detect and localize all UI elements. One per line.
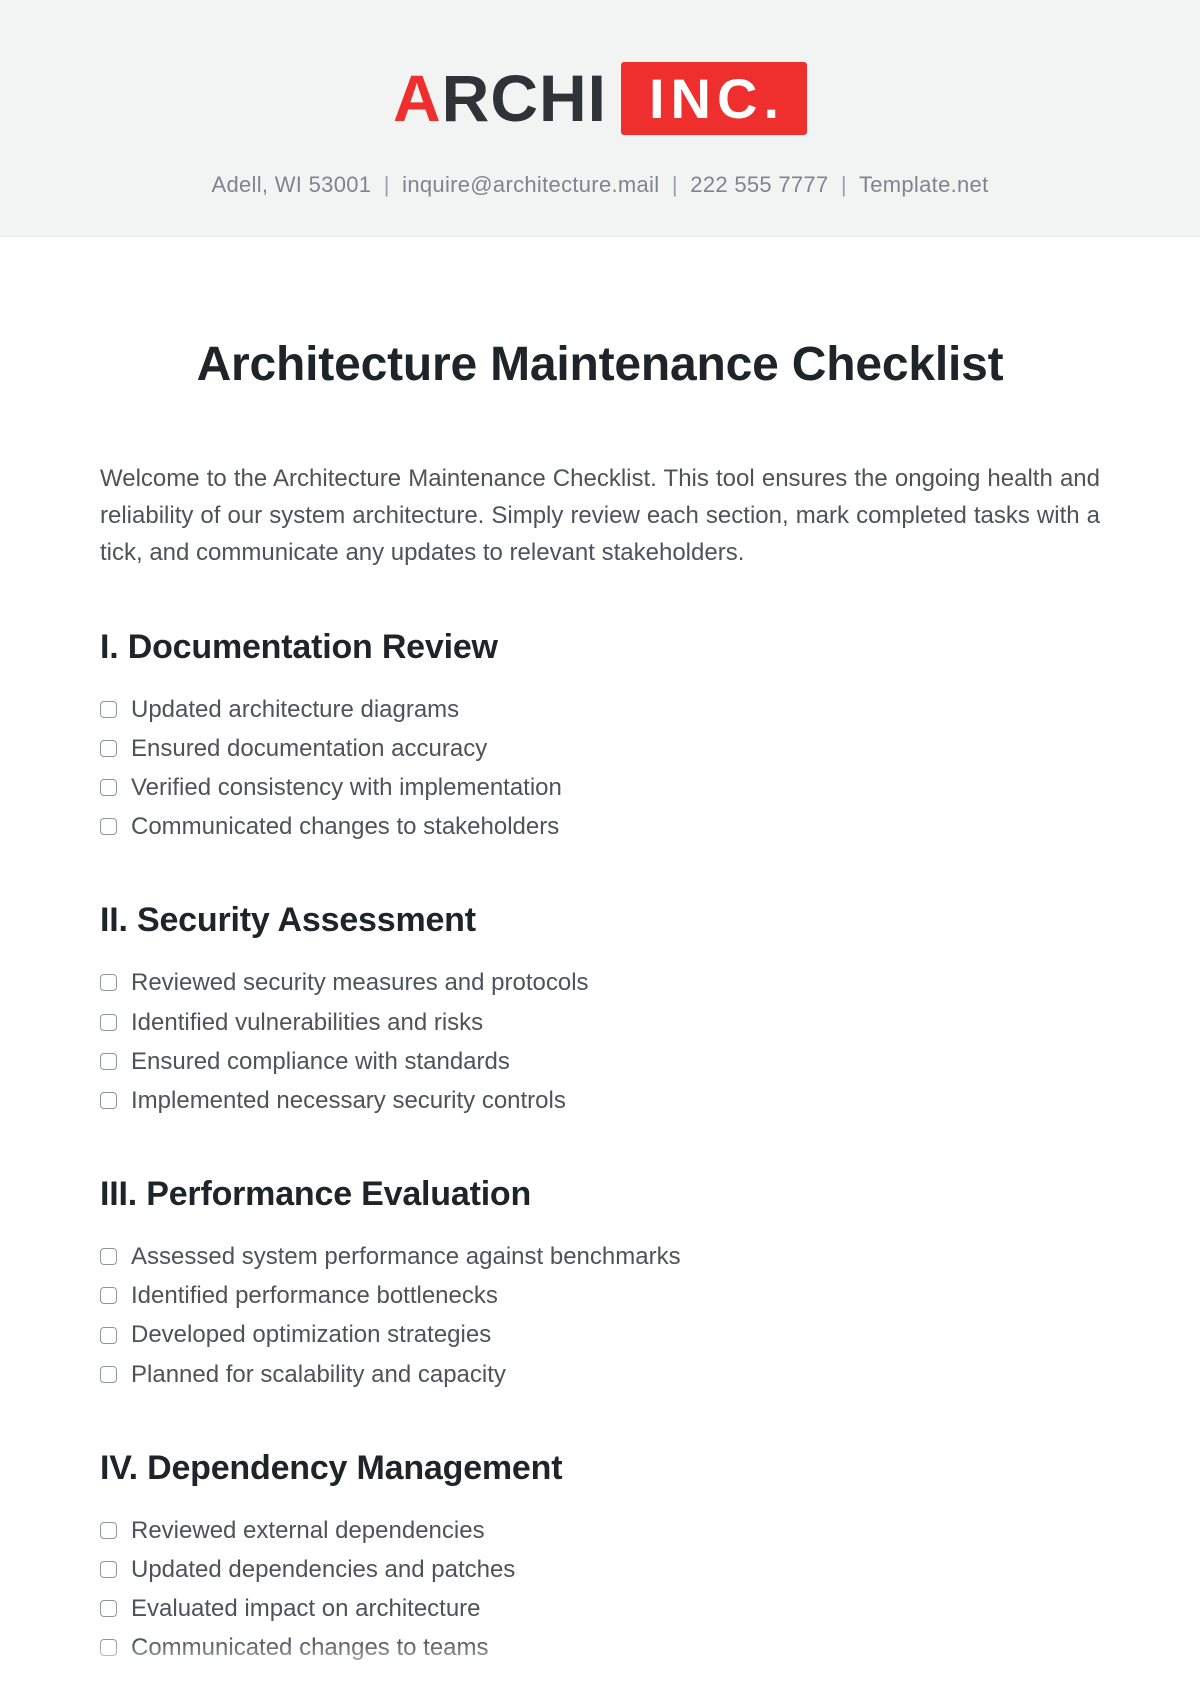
checklist-item: Reviewed external dependencies xyxy=(100,1512,1100,1549)
section-heading: IV. Dependency Management xyxy=(100,1449,1100,1488)
checklist-item-label: Planned for scalability and capacity xyxy=(131,1356,506,1393)
checklist-item-label: Evaluated impact on architecture xyxy=(131,1590,481,1627)
checklist-item-label: Reviewed security measures and protocols xyxy=(131,964,589,1001)
logo-archi: ARCHI xyxy=(393,60,607,136)
checklist-item-label: Identified vulnerabilities and risks xyxy=(131,1004,483,1041)
section: I. Documentation Review Updated architect… xyxy=(100,628,1100,846)
checkbox-icon[interactable] xyxy=(100,740,117,757)
page-title: Architecture Maintenance Checklist xyxy=(100,337,1100,392)
logo: ARCHI INC. xyxy=(393,60,807,136)
contact-site: Template.net xyxy=(859,172,989,197)
checklist-item: Evaluated impact on architecture xyxy=(100,1590,1100,1627)
contact-line: Adell, WI 53001 | inquire@architecture.m… xyxy=(0,172,1200,198)
checklist-item-label: Updated architecture diagrams xyxy=(131,691,459,728)
separator-icon: | xyxy=(841,172,847,197)
checklist-item: Developed optimization strategies xyxy=(100,1316,1100,1353)
section: IV. Dependency Management Reviewed extern… xyxy=(100,1449,1100,1667)
checklist-item: Identified performance bottlenecks xyxy=(100,1277,1100,1314)
checkbox-icon[interactable] xyxy=(100,1092,117,1109)
section: III. Performance Evaluation Assessed syst… xyxy=(100,1175,1100,1393)
section-heading: I. Documentation Review xyxy=(100,628,1100,667)
checklist-item-label: Implemented necessary security controls xyxy=(131,1082,566,1119)
checklist-item-label: Verified consistency with implementation xyxy=(131,769,562,806)
logo-archi-letter: A xyxy=(393,61,442,135)
checkbox-icon[interactable] xyxy=(100,1248,117,1265)
checklist-item: Assessed system performance against benc… xyxy=(100,1238,1100,1275)
contact-address: Adell, WI 53001 xyxy=(211,172,371,197)
checklist-item: Updated architecture diagrams xyxy=(100,691,1100,728)
checkbox-icon[interactable] xyxy=(100,1561,117,1578)
checkbox-icon[interactable] xyxy=(100,1327,117,1344)
checklist-item: Planned for scalability and capacity xyxy=(100,1356,1100,1393)
checklist-item: Reviewed security measures and protocols xyxy=(100,964,1100,1001)
contact-email: inquire@architecture.mail xyxy=(402,172,659,197)
section-heading: II. Security Assessment xyxy=(100,901,1100,940)
checkbox-icon[interactable] xyxy=(100,1287,117,1304)
checkbox-icon[interactable] xyxy=(100,1366,117,1383)
contact-phone: 222 555 7777 xyxy=(690,172,828,197)
logo-inc: INC. xyxy=(621,62,807,135)
checklist-item-label: Developed optimization strategies xyxy=(131,1316,491,1353)
checkbox-icon[interactable] xyxy=(100,1053,117,1070)
checklist-item: Ensured documentation accuracy xyxy=(100,730,1100,767)
header-band: ARCHI INC. Adell, WI 53001 | inquire@arc… xyxy=(0,0,1200,237)
checkbox-icon[interactable] xyxy=(100,701,117,718)
checklist-item: Implemented necessary security controls xyxy=(100,1082,1100,1119)
checklist-item-label: Reviewed external dependencies xyxy=(131,1512,485,1549)
section: II. Security Assessment Reviewed security… xyxy=(100,901,1100,1119)
checklist-item-label: Ensured documentation accuracy xyxy=(131,730,487,767)
separator-icon: | xyxy=(672,172,678,197)
checklist-item: Verified consistency with implementation xyxy=(100,769,1100,806)
checkbox-icon[interactable] xyxy=(100,1522,117,1539)
checklist-item-label: Ensured compliance with standards xyxy=(131,1043,510,1080)
checkbox-icon[interactable] xyxy=(100,1600,117,1617)
checklist: Assessed system performance against benc… xyxy=(100,1238,1100,1393)
fade-cutoff xyxy=(0,1640,1200,1700)
checklist-item-label: Assessed system performance against benc… xyxy=(131,1238,681,1275)
checkbox-icon[interactable] xyxy=(100,779,117,796)
intro-paragraph: Welcome to the Architecture Maintenance … xyxy=(100,460,1100,572)
checklist-item-label: Updated dependencies and patches xyxy=(131,1551,515,1588)
section-heading: III. Performance Evaluation xyxy=(100,1175,1100,1214)
checklist-item-label: Communicated changes to stakeholders xyxy=(131,808,559,845)
checklist-item: Identified vulnerabilities and risks xyxy=(100,1004,1100,1041)
checklist-item: Ensured compliance with standards xyxy=(100,1043,1100,1080)
checkbox-icon[interactable] xyxy=(100,1014,117,1031)
separator-icon: | xyxy=(384,172,390,197)
logo-archi-rest: RCHI xyxy=(442,61,607,135)
checklist: Reviewed security measures and protocols… xyxy=(100,964,1100,1119)
checkbox-icon[interactable] xyxy=(100,974,117,991)
page-body: Architecture Maintenance Checklist Welco… xyxy=(0,237,1200,1667)
checkbox-icon[interactable] xyxy=(100,818,117,835)
checklist: Updated architecture diagramsEnsured doc… xyxy=(100,691,1100,846)
checklist-item: Updated dependencies and patches xyxy=(100,1551,1100,1588)
checklist-item: Communicated changes to stakeholders xyxy=(100,808,1100,845)
checklist-item-label: Identified performance bottlenecks xyxy=(131,1277,498,1314)
